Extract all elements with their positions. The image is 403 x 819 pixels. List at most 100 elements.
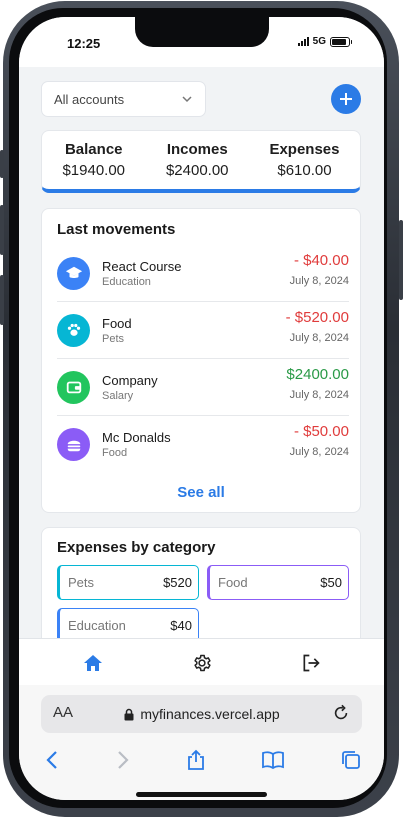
- list-item[interactable]: Company Salary $2400.00 July 8, 2024: [57, 359, 349, 416]
- home-icon: [84, 655, 102, 671]
- category-value: $520: [163, 575, 192, 590]
- movement-date: July 8, 2024: [289, 332, 349, 344]
- volume-up-button: [0, 205, 4, 255]
- incomes-label: Incomes: [166, 141, 228, 158]
- category-value: $40: [170, 618, 192, 633]
- category-name: Pets: [68, 575, 95, 590]
- address-bar[interactable]: AA myfinances.vercel.app: [41, 695, 362, 733]
- movements-title: Last movements: [57, 221, 176, 238]
- signal-icon: [297, 37, 309, 46]
- add-transaction-button[interactable]: [331, 84, 361, 114]
- movement-name: Mc Donalds: [102, 430, 171, 445]
- battery-icon: [330, 36, 352, 47]
- expenses-value: $610.00: [277, 162, 332, 179]
- browser-chrome: AA myfinances.vercel.app: [19, 685, 384, 800]
- reload-icon: [334, 704, 348, 720]
- burger-icon: [67, 440, 80, 451]
- category-value: $50: [320, 575, 342, 590]
- movement-amount: - $40.00: [293, 252, 349, 269]
- movement-name: Food: [102, 315, 132, 331]
- category-chip-education[interactable]: Education $40: [57, 608, 199, 638]
- list-item[interactable]: Mc Donalds Food - $50.00 July 8, 2024: [57, 416, 349, 473]
- movement-date: July 8, 2024: [289, 446, 349, 458]
- back-button[interactable]: [39, 747, 65, 773]
- balance-stat: Balance $1940.00: [62, 141, 125, 179]
- balance-value: $1940.00: [62, 162, 126, 179]
- category-chip-pets[interactable]: Pets $520: [57, 565, 199, 600]
- movement-name: Company: [102, 372, 158, 388]
- chevron-left-icon: [46, 751, 57, 769]
- movement-meta: - $40.00 July 8, 2024: [290, 252, 349, 287]
- text-size-button[interactable]: AA: [53, 704, 73, 721]
- volume-down-button: [0, 275, 4, 325]
- movement-name: React Course: [102, 258, 182, 274]
- movement-text: React Course Education: [102, 259, 181, 288]
- paw-icon: [67, 323, 80, 336]
- incomes-value: $2400.00: [165, 162, 229, 179]
- movement-date: July 8, 2024: [289, 275, 349, 287]
- tab-settings[interactable]: [190, 651, 214, 675]
- plus-icon: [340, 93, 352, 105]
- movement-amount: $2400.00: [286, 366, 349, 383]
- wallet-icon: [66, 381, 81, 394]
- chevron-right-icon: [118, 751, 129, 769]
- see-all-link[interactable]: See all: [42, 484, 360, 501]
- book-icon: [262, 751, 284, 770]
- phone-screen: 12:25 5G All accounts Balance $1940.00 I: [19, 17, 384, 800]
- movement-meta: $2400.00 July 8, 2024: [286, 366, 349, 401]
- list-item[interactable]: Food Pets - $520.00 July 8, 2024: [57, 302, 349, 359]
- url-text: myfinances.vercel.app: [140, 706, 280, 722]
- share-button[interactable]: [183, 747, 209, 773]
- network-label: 5G: [312, 36, 326, 47]
- account-select[interactable]: All accounts: [41, 81, 206, 117]
- movement-category: Salary: [102, 389, 134, 402]
- app-tab-bar: [19, 638, 384, 685]
- app-content: All accounts Balance $1940.00 Incomes $2…: [19, 67, 384, 638]
- bookmarks-button[interactable]: [260, 747, 286, 773]
- movement-text: Food Pets: [102, 316, 132, 345]
- browser-toolbar: [19, 747, 384, 777]
- movement-category: Food: [102, 447, 128, 459]
- movement-category: Pets: [102, 332, 125, 345]
- movement-text: Mc Donalds Food: [102, 430, 171, 459]
- forward-button[interactable]: [110, 747, 136, 773]
- mv-icon-bg: [57, 313, 90, 347]
- movement-date: July 8, 2024: [289, 389, 349, 401]
- status-indicators: 5G: [297, 36, 352, 47]
- categories-card: Expenses by category Pets $520 Food $50 …: [41, 527, 361, 638]
- movement-category: Education: [102, 275, 151, 288]
- categories-title: Expenses by category: [57, 539, 216, 556]
- list-item[interactable]: React Course Education - $40.00 July 8, …: [57, 245, 349, 302]
- logout-icon: [303, 654, 320, 672]
- balance-label: Balance: [64, 141, 123, 158]
- movement-meta: - $50.00 July 8, 2024: [290, 423, 349, 458]
- camera-notch: [135, 17, 269, 47]
- lock-icon: [124, 708, 134, 720]
- share-icon: [188, 749, 204, 770]
- expenses-stat: Expenses $610.00: [269, 141, 339, 179]
- power-button: [399, 220, 403, 300]
- chevron-down-icon: [182, 96, 192, 103]
- tab-home[interactable]: [81, 651, 105, 675]
- reload-button[interactable]: [332, 704, 350, 725]
- movements-card: Last movements React Course Education - …: [41, 208, 361, 513]
- tabs-button[interactable]: [338, 747, 364, 773]
- movements-list: React Course Education - $40.00 July 8, …: [57, 245, 349, 473]
- graduation-cap-icon: [65, 266, 82, 278]
- movement-meta: - $520.00 July 8, 2024: [286, 309, 349, 344]
- status-bar: 12:25 5G: [19, 17, 384, 67]
- category-name: Education: [68, 618, 126, 633]
- home-indicator: [136, 792, 267, 797]
- tabs-icon: [342, 751, 360, 769]
- status-time: 12:25: [67, 36, 101, 51]
- mute-switch: [0, 150, 4, 178]
- category-chip-food[interactable]: Food $50: [207, 565, 349, 600]
- gear-icon: [194, 654, 211, 672]
- summary-card: Balance $1940.00 Incomes $2400.00 Expens…: [41, 130, 361, 193]
- incomes-stat: Incomes $2400.00: [166, 141, 229, 179]
- tab-logout[interactable]: [299, 651, 323, 675]
- expenses-label: Expenses: [269, 141, 340, 158]
- movement-amount: - $520.00: [285, 309, 349, 326]
- mv-icon-bg: [57, 256, 90, 290]
- text-size-label: AA: [53, 704, 74, 721]
